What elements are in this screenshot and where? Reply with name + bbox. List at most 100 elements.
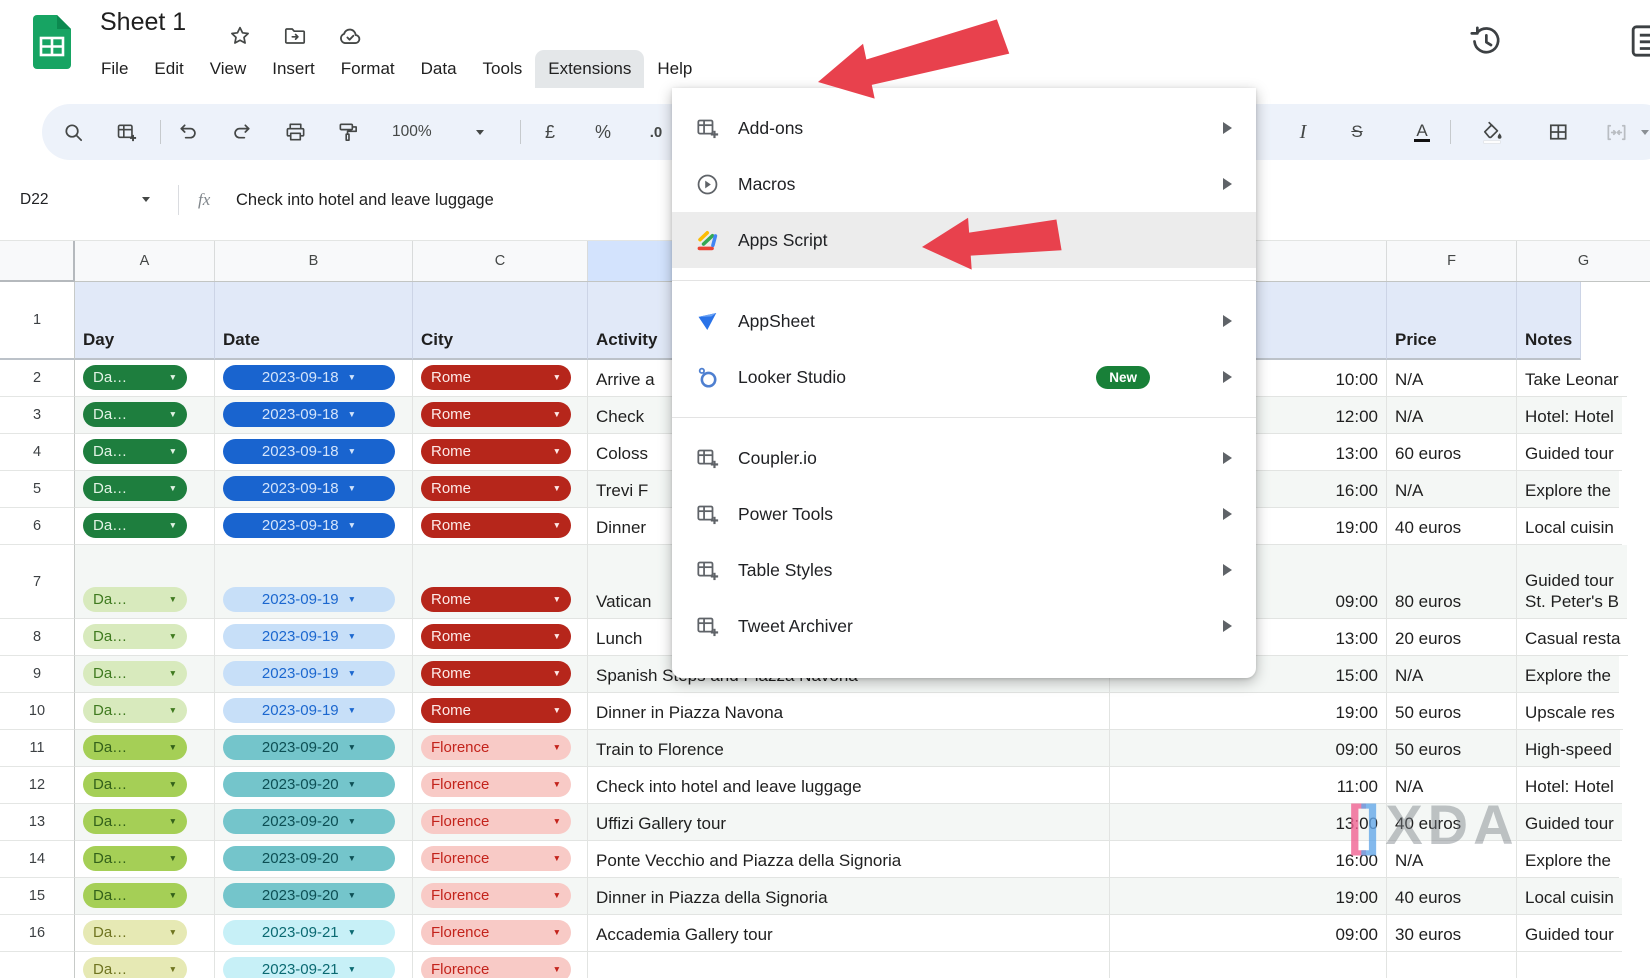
cell-date[interactable]: 2023-09-19 ▼ — [215, 693, 413, 730]
cell-notes[interactable]: Explore the — [1517, 471, 1619, 508]
cell-notes[interactable]: Explore the — [1517, 841, 1619, 878]
city-chip[interactable]: Rome ▼ — [421, 402, 571, 427]
header-cell-city[interactable]: City — [413, 282, 588, 360]
header-cell-price[interactable]: Price — [1387, 282, 1517, 360]
cell-city[interactable]: Rome ▼ — [413, 693, 588, 730]
cell-city[interactable]: Rome ▼ — [413, 397, 588, 434]
cell-price[interactable]: N/A — [1387, 767, 1517, 804]
day-chip[interactable]: Da… ▼ — [83, 661, 187, 686]
city-chip[interactable]: Rome ▼ — [421, 587, 571, 612]
row-number[interactable]: 2 — [0, 360, 75, 397]
strikethrough-icon[interactable]: S — [1339, 114, 1375, 150]
menu-item-power-tools[interactable]: Power Tools — [672, 486, 1256, 542]
cell-time[interactable]: 19:00 — [1110, 693, 1387, 730]
cell-notes[interactable] — [1517, 952, 1533, 978]
day-chip[interactable]: Da… ▼ — [83, 365, 187, 390]
row-number[interactable]: 8 — [0, 619, 75, 656]
cell-day[interactable]: Da… ▼ — [75, 804, 215, 841]
cell-price[interactable]: 20 euros — [1387, 619, 1517, 656]
row-number[interactable]: 15 — [0, 878, 75, 915]
cell-activity[interactable]: Accademia Gallery tour — [588, 915, 1110, 952]
day-chip[interactable]: Da… ▼ — [83, 809, 187, 834]
cell-city[interactable]: Florence ▼ — [413, 767, 588, 804]
cell-notes[interactable]: Guided tour — [1517, 434, 1622, 471]
cell-city[interactable]: Florence ▼ — [413, 804, 588, 841]
cell-price[interactable]: 80 euros — [1387, 545, 1517, 619]
cell-price[interactable]: 60 euros — [1387, 434, 1517, 471]
header-cell-date[interactable]: Date — [215, 282, 413, 360]
menu-item-coupler-io[interactable]: Coupler.io — [672, 430, 1256, 486]
city-chip[interactable]: Florence ▼ — [421, 772, 571, 797]
cell-activity[interactable]: Ponte Vecchio and Piazza della Signoria — [588, 841, 1110, 878]
borders-icon[interactable] — [1540, 114, 1576, 150]
date-chip[interactable]: 2023-09-21 ▼ — [223, 920, 395, 945]
cell-price[interactable]: N/A — [1387, 841, 1517, 878]
day-chip[interactable]: Da… ▼ — [83, 735, 187, 760]
cell-price[interactable]: 40 euros — [1387, 508, 1517, 545]
name-box-caret-icon[interactable] — [142, 197, 150, 202]
column-header-F[interactable]: F — [1387, 241, 1517, 281]
row-number[interactable]: 16 — [0, 915, 75, 952]
cell-time[interactable]: 11:00 — [1110, 767, 1387, 804]
date-chip[interactable]: 2023-09-20 ▼ — [223, 772, 395, 797]
cell-day[interactable]: Da… ▼ — [75, 693, 215, 730]
menu-extensions[interactable]: Extensions — [535, 50, 645, 88]
day-chip[interactable]: Da… ▼ — [83, 957, 187, 978]
column-header-C[interactable]: C — [413, 241, 588, 281]
cell-time[interactable]: 19:00 — [1110, 878, 1387, 915]
cell-notes[interactable]: Guided tour St. Peter's B — [1517, 545, 1627, 619]
cell-notes[interactable]: Take Leonar — [1517, 360, 1627, 397]
cell-activity[interactable]: Dinner in Piazza della Signoria — [588, 878, 1110, 915]
day-chip[interactable]: Da… ▼ — [83, 920, 187, 945]
cell-city[interactable]: Rome ▼ — [413, 656, 588, 693]
menu-file[interactable]: File — [88, 50, 141, 88]
cell-time[interactable]: 13:00 — [1110, 804, 1387, 841]
menu-insert[interactable]: Insert — [259, 50, 328, 88]
menu-item-apps-script[interactable]: Apps Script — [672, 212, 1256, 268]
menu-item-add-ons[interactable]: Add-ons — [672, 100, 1256, 156]
cell-date[interactable]: 2023-09-18 ▼ — [215, 508, 413, 545]
cell-price[interactable]: 50 euros — [1387, 730, 1517, 767]
column-header-B[interactable]: B — [215, 241, 413, 281]
cell-notes[interactable]: Hotel: Hotel — [1517, 397, 1622, 434]
cell-price[interactable]: N/A — [1387, 360, 1517, 397]
date-chip[interactable]: 2023-09-20 ▼ — [223, 809, 395, 834]
menu-edit[interactable]: Edit — [141, 50, 196, 88]
cell-price[interactable]: 50 euros — [1387, 693, 1517, 730]
cell-date[interactable]: 2023-09-20 ▼ — [215, 730, 413, 767]
day-chip[interactable]: Da… ▼ — [83, 883, 187, 908]
cell-day[interactable]: Da… ▼ — [75, 619, 215, 656]
cell-activity[interactable]: Train to Florence — [588, 730, 1110, 767]
cell-day[interactable]: Da… ▼ — [75, 434, 215, 471]
cell-day[interactable]: Da… ▼ — [75, 397, 215, 434]
day-chip[interactable]: Da… ▼ — [83, 772, 187, 797]
cell-day[interactable]: Da… ▼ — [75, 730, 215, 767]
menu-item-table-styles[interactable]: Table Styles — [672, 542, 1256, 598]
cell-day[interactable]: Da… ▼ — [75, 878, 215, 915]
row-number[interactable]: 11 — [0, 730, 75, 767]
date-chip[interactable]: 2023-09-18 ▼ — [223, 439, 395, 464]
cell-date[interactable]: 2023-09-18 ▼ — [215, 397, 413, 434]
cell-time[interactable]: 09:00 — [1110, 730, 1387, 767]
print-icon[interactable] — [277, 114, 313, 150]
city-chip[interactable]: Florence ▼ — [421, 957, 571, 978]
cell-date[interactable]: 2023-09-19 ▼ — [215, 656, 413, 693]
row-number[interactable]: 1 — [0, 282, 75, 360]
more-toolbar-caret-icon[interactable] — [1636, 114, 1650, 150]
cell-city[interactable]: Florence ▼ — [413, 952, 588, 978]
city-chip[interactable]: Rome ▼ — [421, 513, 571, 538]
cell-notes[interactable]: Explore the — [1517, 656, 1619, 693]
cell-city[interactable]: Florence ▼ — [413, 878, 588, 915]
search-icon[interactable] — [55, 114, 91, 150]
undo-icon[interactable] — [170, 114, 206, 150]
cell-city[interactable]: Rome ▼ — [413, 508, 588, 545]
header-cell-notes[interactable]: Notes — [1517, 282, 1582, 360]
cell-notes[interactable]: Local cuisin — [1517, 878, 1622, 915]
date-chip[interactable]: 2023-09-19 ▼ — [223, 661, 395, 686]
paint-format-icon[interactable] — [330, 114, 366, 150]
row-number[interactable]: 4 — [0, 434, 75, 471]
day-chip[interactable]: Da… ▼ — [83, 587, 187, 612]
cell-price[interactable]: N/A — [1387, 656, 1517, 693]
cell-activity[interactable]: Check into hotel and leave luggage — [588, 767, 1110, 804]
cell-day[interactable]: Da… ▼ — [75, 767, 215, 804]
